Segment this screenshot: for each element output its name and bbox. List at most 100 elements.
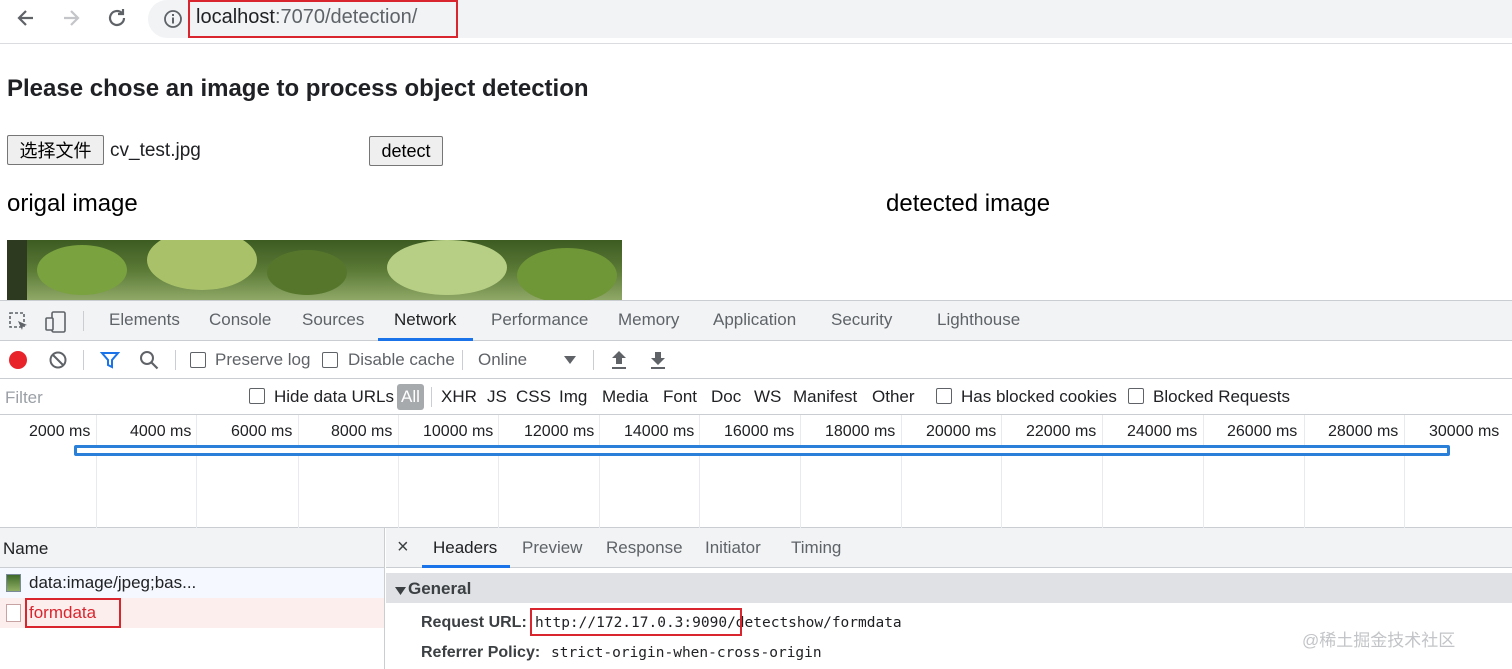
- timeline-tick: 8000 ms: [331, 423, 393, 440]
- gridline: [1304, 415, 1305, 528]
- timeline-tick: 18000 ms: [825, 423, 896, 440]
- export-har-icon[interactable]: [648, 349, 668, 376]
- image-file-icon: [6, 574, 21, 592]
- filter-type-other[interactable]: Other: [872, 387, 915, 407]
- general-section-header[interactable]: General: [386, 573, 1512, 603]
- selected-file-name: cv_test.jpg: [110, 140, 201, 161]
- request-url-highlight-box: [530, 608, 742, 636]
- devtools-tab-bar: Elements Console Sources Network Perform…: [0, 301, 1512, 341]
- gridline: [196, 415, 197, 528]
- tab-headers[interactable]: Headers: [433, 538, 497, 558]
- filter-input[interactable]: Filter: [5, 388, 230, 410]
- timeline-tick: 12000 ms: [524, 423, 595, 440]
- filter-type-all[interactable]: All: [397, 384, 424, 410]
- divider: [175, 350, 176, 370]
- filter-type-media[interactable]: Media: [602, 387, 648, 407]
- page-title: Please chose an image to process object …: [7, 75, 589, 102]
- info-icon[interactable]: [163, 9, 183, 34]
- timeline-tick: 28000 ms: [1328, 423, 1399, 440]
- filter-type-ws[interactable]: WS: [754, 387, 781, 407]
- arrow-left-icon[interactable]: [10, 4, 42, 32]
- tab-memory[interactable]: Memory: [618, 310, 679, 330]
- search-icon[interactable]: [139, 350, 159, 375]
- timeline-tick: 4000 ms: [130, 423, 192, 440]
- filter-type-font[interactable]: Font: [663, 387, 697, 407]
- network-overview[interactable]: 2000 ms 4000 ms 6000 ms 8000 ms 10000 ms…: [0, 415, 1512, 528]
- triangle-down-icon: [395, 583, 406, 601]
- gridline: [800, 415, 801, 528]
- gridline: [1404, 415, 1405, 528]
- original-image: [7, 240, 622, 300]
- request-list: Name data:image/jpeg;bas... formdata: [0, 528, 385, 669]
- name-column-header[interactable]: Name: [0, 528, 384, 568]
- device-toolbar-icon[interactable]: [44, 310, 68, 339]
- record-icon[interactable]: [9, 351, 27, 369]
- blocked-requests-checkbox[interactable]: [1128, 388, 1144, 404]
- filter-type-xhr[interactable]: XHR: [441, 387, 477, 407]
- tab-preview[interactable]: Preview: [522, 538, 582, 558]
- tab-timing[interactable]: Timing: [791, 538, 841, 558]
- filter-type-css[interactable]: CSS: [516, 387, 551, 407]
- choose-file-button[interactable]: 选择文件: [7, 135, 104, 165]
- chevron-down-icon[interactable]: [563, 353, 577, 371]
- formdata-highlight-box: [25, 598, 121, 628]
- referrer-policy-label: Referrer Policy:: [421, 644, 541, 661]
- gridline: [498, 415, 499, 528]
- gridline: [699, 415, 700, 528]
- gridline: [599, 415, 600, 528]
- divider: [83, 350, 84, 370]
- gridline: [96, 415, 97, 528]
- tab-sources[interactable]: Sources: [302, 310, 364, 330]
- timeline-tick: 24000 ms: [1127, 423, 1198, 440]
- divider: [593, 350, 594, 370]
- filter-type-js[interactable]: JS: [487, 387, 507, 407]
- details-tab-bar: × Headers Preview Response Initiator Tim…: [386, 528, 1512, 568]
- tab-initiator[interactable]: Initiator: [705, 538, 761, 558]
- throttle-select[interactable]: Online: [478, 350, 527, 370]
- gridline: [1102, 415, 1103, 528]
- url-text[interactable]: localhost:7070/detection/: [196, 6, 417, 29]
- arrow-right-icon[interactable]: [55, 4, 87, 32]
- tab-application[interactable]: Application: [713, 310, 796, 330]
- filter-type-doc[interactable]: Doc: [711, 387, 741, 407]
- gridline: [1001, 415, 1002, 528]
- timeline-tick: 10000 ms: [423, 423, 494, 440]
- tab-performance[interactable]: Performance: [491, 310, 588, 330]
- tab-response[interactable]: Response: [606, 538, 683, 558]
- original-image-caption: origal image: [7, 190, 138, 217]
- gridline: [1203, 415, 1204, 528]
- clear-icon[interactable]: [48, 350, 68, 375]
- tab-console[interactable]: Console: [209, 310, 271, 330]
- filter-type-manifest[interactable]: Manifest: [793, 387, 857, 407]
- disable-cache-checkbox[interactable]: [322, 352, 338, 368]
- detect-button[interactable]: detect: [369, 136, 443, 166]
- referrer-policy-value: strict-origin-when-cross-origin: [551, 645, 822, 661]
- gridline: [398, 415, 399, 528]
- filter-type-img[interactable]: Img: [559, 387, 587, 407]
- close-icon[interactable]: ×: [397, 536, 409, 559]
- tab-lighthouse[interactable]: Lighthouse: [937, 310, 1020, 330]
- reload-icon[interactable]: [101, 4, 133, 32]
- has-blocked-cookies-checkbox[interactable]: [936, 388, 952, 404]
- detected-image-caption: detected image: [886, 190, 1051, 217]
- document-file-icon: [6, 604, 21, 622]
- preserve-log-checkbox[interactable]: [190, 352, 206, 368]
- network-toolbar: Preserve log Disable cache Online: [0, 341, 1512, 379]
- browser-toolbar: localhost:7070/detection/: [0, 0, 1512, 44]
- tab-network[interactable]: Network: [394, 310, 456, 330]
- divider: [431, 387, 432, 407]
- gridline: [298, 415, 299, 528]
- request-row[interactable]: data:image/jpeg;bas...: [0, 568, 384, 598]
- import-har-icon[interactable]: [609, 349, 629, 376]
- timeline-tick: 30000 ms: [1429, 423, 1500, 440]
- watermark: @稀土掘金技术社区: [1302, 631, 1456, 650]
- disable-cache-label: Disable cache: [348, 350, 455, 369]
- devtools-panel: Elements Console Sources Network Perform…: [0, 300, 1512, 669]
- preserve-log-label: Preserve log: [215, 350, 311, 369]
- tab-security[interactable]: Security: [831, 310, 892, 330]
- request-url-label: Request URL:: [421, 614, 527, 631]
- tab-elements[interactable]: Elements: [109, 310, 180, 330]
- hide-data-urls-checkbox[interactable]: [249, 388, 265, 404]
- inspect-element-icon[interactable]: [8, 311, 30, 338]
- filter-icon[interactable]: [99, 350, 121, 375]
